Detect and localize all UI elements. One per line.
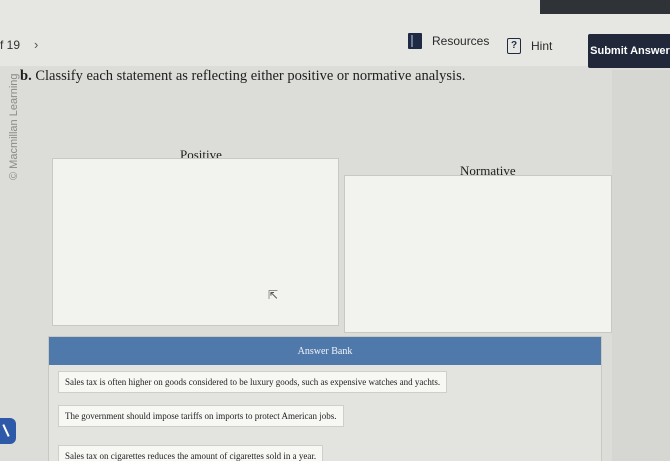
side-panel-handle[interactable] (0, 418, 16, 444)
normative-drop-zone[interactable] (344, 175, 612, 333)
hint-icon: ? (507, 38, 521, 54)
hint-button[interactable]: ? Hint (507, 36, 552, 56)
question-counter: f 19 (0, 38, 21, 52)
question-navigator[interactable]: f 19 › (0, 37, 38, 52)
top-dark-strip (540, 0, 670, 14)
question-text: Classify each statement as reflecting ei… (35, 68, 466, 84)
hint-label: Hint (531, 39, 553, 53)
question-prompt: b. Classify each statement as reflecting… (20, 68, 540, 85)
mouse-pointer-icon: ⇱ (268, 288, 279, 302)
answer-bank: Answer Bank Sales tax is often higher on… (48, 336, 602, 461)
book-icon (408, 33, 422, 49)
answer-bank-header: Answer Bank (49, 337, 601, 365)
submit-answer-button[interactable]: Submit Answer (588, 34, 670, 68)
right-edge-shadow (612, 70, 670, 461)
resources-label: Resources (432, 34, 490, 48)
resources-button[interactable]: Resources (408, 30, 489, 52)
chevron-right-icon[interactable]: › (34, 37, 38, 52)
page: f 19 › Resources ? Hint Submit Answer © … (0, 0, 670, 461)
answer-card[interactable]: The government should impose tariffs on … (58, 405, 344, 427)
positive-drop-zone[interactable] (52, 158, 339, 326)
answer-card[interactable]: Sales tax on cigarettes reduces the amou… (58, 445, 324, 461)
top-navigation-bar: f 19 › Resources ? Hint Submit Answer (0, 0, 670, 68)
copyright-text: © Macmillan Learning (8, 73, 20, 180)
answer-card[interactable]: Sales tax is often higher on goods consi… (58, 371, 448, 393)
question-part: b. (20, 68, 32, 84)
